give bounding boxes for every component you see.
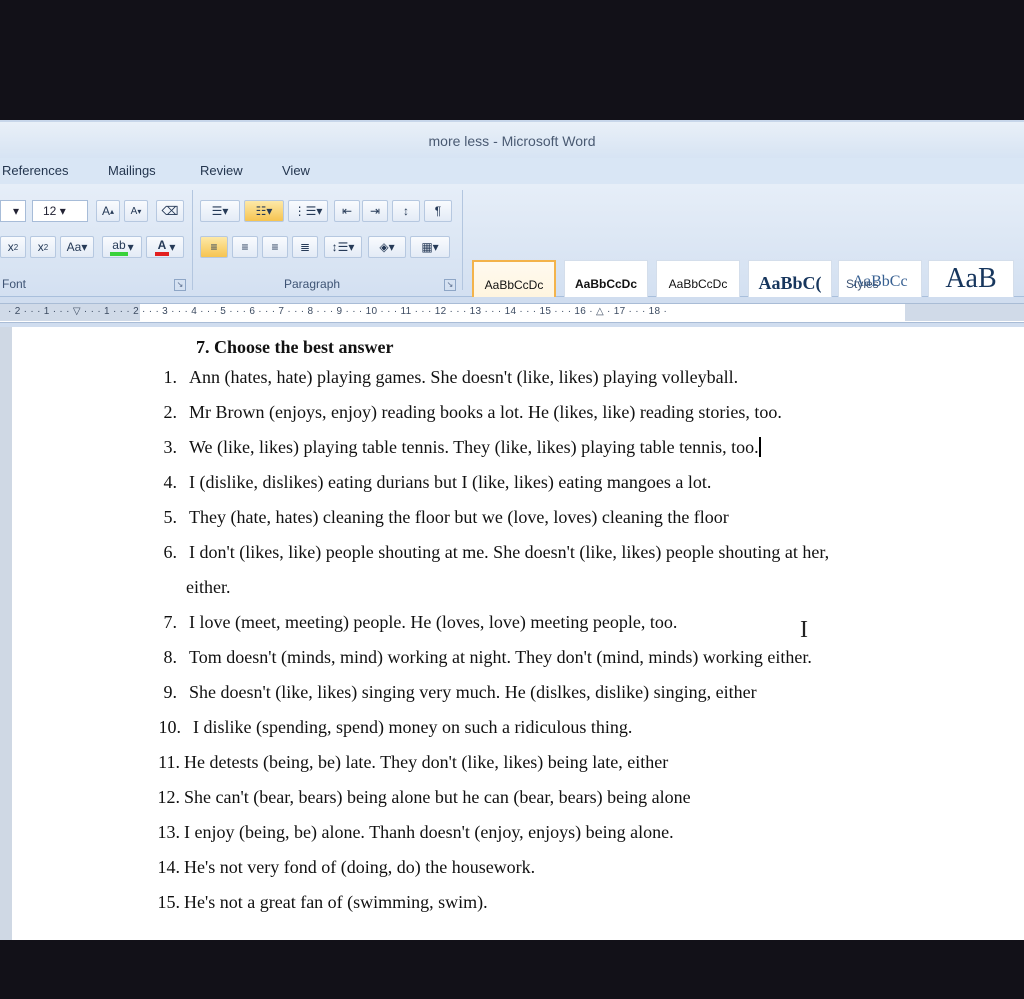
- shrink-font-button[interactable]: A ▾: [124, 200, 148, 222]
- list-item-text: He detests (being, be) late. They don't …: [184, 752, 669, 772]
- ruler-scale: · 2 · · · 1 · · · ▽ · · · 1 · · · 2 · · …: [8, 306, 668, 317]
- exercise-heading: 7. Choose the best answer: [196, 337, 394, 357]
- list-item: 4. I (dislike, dislikes) eating durians b…: [164, 472, 712, 493]
- list-item-number: 9.: [163, 682, 178, 702]
- decrease-indent-icon[interactable]: ⇤: [334, 200, 360, 222]
- align-right-icon[interactable]: ≡: [262, 236, 288, 258]
- clear-format-icon[interactable]: ⌫: [156, 200, 184, 222]
- title-bar: more less - Microsoft Word: [0, 120, 1024, 160]
- ribbon-tabs: References Mailings Review View: [0, 158, 1024, 184]
- list-item-text: He's not very fond of (doing, do) the ho…: [184, 857, 536, 877]
- list-item: 14. He's not very fond of (doing, do) the…: [158, 857, 536, 878]
- list-item-text: She doesn't (like, likes) singing very m…: [189, 682, 757, 702]
- list-item-number: 3.: [163, 437, 178, 457]
- superscript-icon[interactable]: x2: [30, 236, 56, 258]
- group-separator: [462, 190, 463, 290]
- list-item-number: 2.: [163, 402, 178, 422]
- ruler-right-margin: [905, 303, 1024, 321]
- tab-view[interactable]: View: [282, 163, 310, 178]
- bullets-icon[interactable]: ☰▾: [200, 200, 240, 222]
- highlight-color-icon[interactable]: ab ▾: [102, 236, 142, 258]
- justify-icon[interactable]: ≣: [292, 236, 318, 258]
- horizontal-ruler[interactable]: · 2 · · · 1 · · · ▽ · · · 1 · · · 2 · · …: [0, 297, 1024, 327]
- list-item-text: She can't (bear, bears) being alone but …: [184, 787, 691, 807]
- align-left-icon[interactable]: ≡: [200, 236, 228, 258]
- list-item-number: 7.: [163, 612, 178, 632]
- list-item-number: 10.: [158, 717, 182, 737]
- line-spacing-icon[interactable]: ↕☰▾: [324, 236, 362, 258]
- list-item-text: We (like, likes) playing table tennis. T…: [189, 437, 759, 457]
- multilevel-list-icon[interactable]: ⋮☰▾: [288, 200, 328, 222]
- list-item-number: 15.: [157, 892, 181, 912]
- increase-indent-icon[interactable]: ⇥: [362, 200, 388, 222]
- grow-font-button[interactable]: A ▴: [96, 200, 120, 222]
- list-item-text: I love (meet, meeting) people. He (loves…: [189, 612, 678, 632]
- ribbon: ▾ 12 ▾ A ▴ A ▾ ⌫ x2 x2 Aa▾ ab ▾ A ▾ Font ↘ ☰…: [0, 184, 1024, 326]
- font-color-icon[interactable]: A ▾: [146, 236, 184, 258]
- list-item-text: They (hate, hates) cleaning the floor bu…: [189, 507, 729, 527]
- change-case-icon[interactable]: Aa▾: [60, 236, 94, 258]
- list-item-text: I (dislike, dislikes) eating durians but…: [189, 472, 712, 492]
- list-item-text: Mr Brown (enjoys, enjoy) reading books a…: [189, 402, 782, 422]
- style-preview: AaBbC(: [758, 273, 822, 293]
- style-preview: AaBbCcDc: [484, 278, 544, 292]
- list-item-continuation: either.: [186, 577, 231, 597]
- list-item-number: 11.: [158, 752, 180, 772]
- align-center-icon[interactable]: ≡: [232, 236, 258, 258]
- mouse-ibeam-cursor: I: [800, 617, 808, 643]
- list-item-number: 5.: [163, 507, 178, 527]
- list-item-number: 12.: [157, 787, 181, 807]
- list-item: 5. They (hate, hates) cleaning the floor …: [164, 507, 729, 528]
- tab-mailings[interactable]: Mailings: [108, 163, 156, 178]
- list-item: 1. Ann (hates, hate) playing games. She d…: [164, 367, 739, 388]
- list-item-text: He's not a great fan of (swimming, swim)…: [184, 892, 488, 912]
- borders-icon[interactable]: ▦▾: [410, 236, 450, 258]
- style-preview: AaBbCcDc: [668, 277, 728, 291]
- list-item: 8. Tom doesn't (minds, mind) working at n…: [164, 647, 812, 668]
- list-item: 9. She doesn't (like, likes) singing very…: [164, 682, 757, 703]
- list-item: 15. He's not a great fan of (swimming, sw…: [158, 892, 488, 913]
- paragraph-group-label: Paragraph: [284, 277, 341, 291]
- list-item: 3. We (like, likes) playing table tennis.…: [164, 437, 761, 458]
- font-dialog-launcher-icon[interactable]: ↘: [174, 279, 186, 291]
- list-item-text: Tom doesn't (minds, mind) working at nig…: [189, 647, 812, 667]
- list-item-number: 1.: [163, 367, 178, 387]
- shading-icon[interactable]: ◈▾: [368, 236, 406, 258]
- paragraph-dialog-launcher-icon[interactable]: ↘: [444, 279, 456, 291]
- list-item-text: I enjoy (being, be) alone. Thanh doesn't…: [184, 822, 674, 842]
- show-formatting-icon[interactable]: ¶: [424, 200, 452, 222]
- styles-group-label: Styles: [846, 277, 879, 291]
- numbering-icon[interactable]: ☷▾: [244, 200, 284, 222]
- list-item-number: 6.: [163, 542, 178, 562]
- list-item-number: 13.: [157, 822, 181, 842]
- list-item: 13. I enjoy (being, be) alone. Thanh does…: [158, 822, 674, 843]
- list-item-text: I dislike (spending, spend) money on suc…: [193, 717, 633, 737]
- font-group-label: Font: [2, 277, 27, 291]
- sort-icon[interactable]: ↕: [392, 200, 420, 222]
- list-item: 2. Mr Brown (enjoys, enjoy) reading books…: [164, 402, 782, 423]
- window-title: more less - Microsoft Word: [428, 133, 596, 149]
- list-item-number: 14.: [157, 857, 181, 877]
- list-item-text: Ann (hates, hate) playing games. She doe…: [189, 367, 739, 387]
- font-name-combo[interactable]: ▾: [0, 200, 26, 222]
- style-preview: AaB: [945, 263, 997, 294]
- tab-references[interactable]: References: [2, 163, 68, 178]
- word-window: more less - Microsoft Word References Ma…: [0, 120, 1024, 940]
- list-item: 6. I don't (likes, like) people shouting …: [164, 542, 830, 563]
- document-page[interactable]: 7. Choose the best answer 1. Ann (hates, …: [0, 327, 1024, 940]
- list-item-number: 4.: [163, 472, 178, 492]
- style-preview: AaBbCcDc: [574, 277, 637, 291]
- list-item-text: I don't (likes, like) people shouting at…: [189, 542, 830, 562]
- font-size-combo[interactable]: 12 ▾: [32, 200, 88, 222]
- list-item-number: 8.: [163, 647, 178, 667]
- list-item: 10. I dislike (spending, spend) money on …: [159, 717, 633, 738]
- list-item: 12. She can't (bear, bears) being alone b…: [158, 787, 691, 808]
- text-caret: [758, 437, 761, 457]
- tab-review[interactable]: Review: [200, 163, 243, 178]
- list-item: 11. He detests (being, be) late. They don…: [158, 752, 669, 773]
- list-item: 7. I love (meet, meeting) people. He (lov…: [164, 612, 678, 633]
- subscript-icon[interactable]: x2: [0, 236, 26, 258]
- group-separator: [192, 190, 193, 290]
